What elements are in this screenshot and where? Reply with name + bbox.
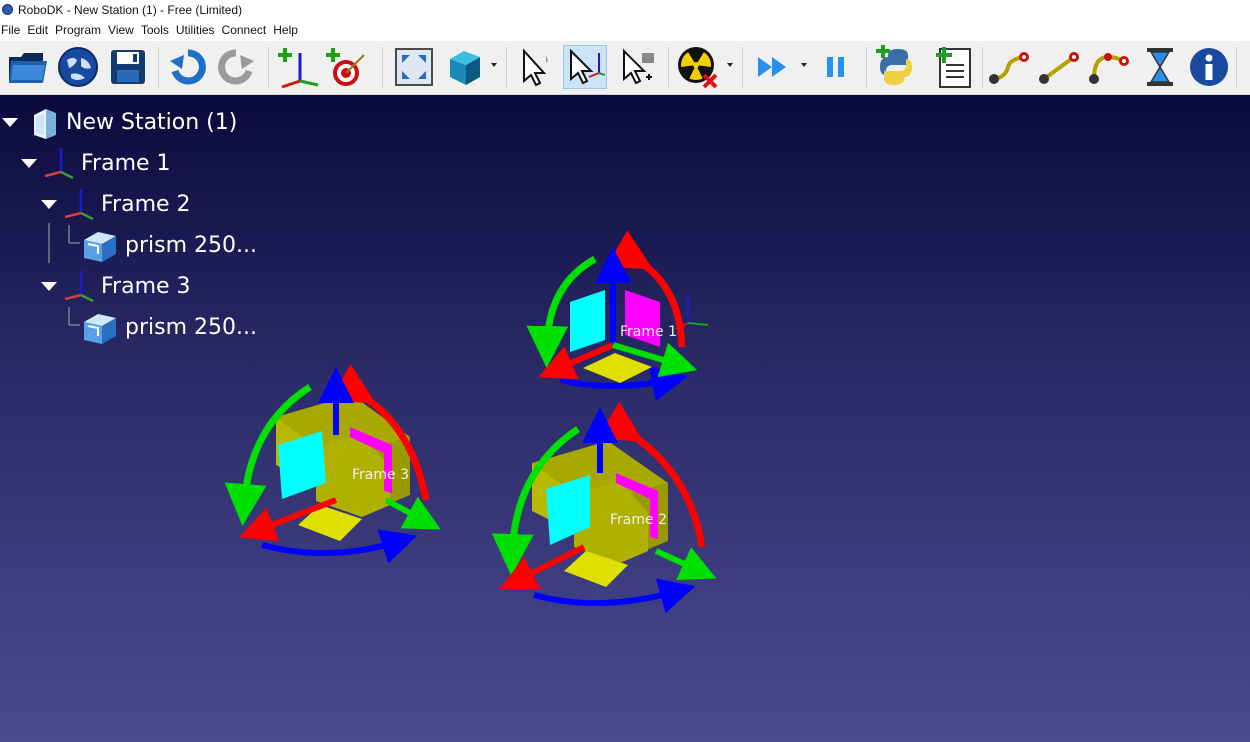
collapse-arrow-icon[interactable] bbox=[21, 158, 37, 168]
reference-frame-icon bbox=[64, 271, 94, 303]
add-reference-frame-button[interactable] bbox=[276, 45, 320, 89]
fast-simulation-icon bbox=[758, 57, 786, 77]
open-button[interactable] bbox=[6, 45, 50, 89]
tree-item-frame1[interactable]: Frame 1 bbox=[21, 146, 171, 180]
view-cube-icon bbox=[450, 51, 480, 85]
info-button[interactable] bbox=[1187, 45, 1231, 89]
pause-instruction-icon bbox=[1147, 48, 1173, 86]
3d-viewport[interactable]: Frame 1 Frame 3 Frame 2 New Station (1) … bbox=[0, 95, 1250, 742]
online-library-button[interactable] bbox=[56, 45, 100, 89]
save-button[interactable] bbox=[106, 45, 150, 89]
frame2-gizmo[interactable]: Frame 2 bbox=[491, 402, 717, 614]
circular-move-icon bbox=[1089, 53, 1129, 84]
undo-icon bbox=[170, 49, 206, 85]
toolbar-separator bbox=[982, 47, 983, 87]
linear-move-button[interactable] bbox=[1036, 45, 1080, 89]
tree-label-prism-a: prism 250... bbox=[125, 232, 257, 258]
fit-all-icon bbox=[395, 48, 433, 86]
object-icon bbox=[84, 314, 116, 344]
title-bar: RoboDK - New Station (1) - Free (Limited… bbox=[0, 0, 1250, 19]
tree-label-station: New Station (1) bbox=[66, 109, 238, 135]
add-reference-frame-icon bbox=[278, 48, 319, 89]
select-icon bbox=[523, 48, 548, 87]
toolbar-separator bbox=[742, 47, 743, 87]
robodk-logo-icon bbox=[2, 4, 13, 15]
pause-instruction-button[interactable] bbox=[1138, 45, 1182, 89]
menu-edit[interactable]: Edit bbox=[27, 23, 55, 37]
tree-item-prism-a[interactable]: prism 250... bbox=[82, 228, 257, 262]
station-tree: New Station (1) Frame 1 Frame 2 prism 25… bbox=[0, 95, 300, 355]
move-reference-frame-icon bbox=[570, 48, 605, 85]
redo-icon bbox=[218, 49, 254, 85]
add-program-button[interactable] bbox=[932, 45, 976, 89]
frame2-label: Frame 2 bbox=[610, 512, 667, 528]
toolbar-separator bbox=[382, 47, 383, 87]
frame1-gizmo[interactable]: Frame 1 bbox=[526, 230, 709, 402]
menu-file[interactable]: File bbox=[1, 23, 27, 37]
save-icon bbox=[111, 50, 145, 84]
undo-button[interactable] bbox=[166, 45, 210, 89]
toolbar-separator bbox=[506, 47, 507, 87]
circular-move-button[interactable] bbox=[1086, 45, 1130, 89]
tree-item-station[interactable]: New Station (1) bbox=[2, 105, 237, 139]
joint-move-button[interactable] bbox=[986, 45, 1030, 89]
pause-button[interactable] bbox=[814, 45, 858, 89]
menu-connect[interactable]: Connect bbox=[222, 23, 274, 37]
collision-dropdown-arrow[interactable] bbox=[727, 63, 733, 67]
menu-utilities[interactable]: Utilities bbox=[176, 23, 222, 37]
toolbar-separator bbox=[1236, 47, 1237, 87]
window-title: RoboDK - New Station (1) - Free (Limited… bbox=[18, 2, 243, 17]
simulation-dropdown-arrow[interactable] bbox=[801, 63, 807, 67]
add-target-button[interactable] bbox=[324, 45, 368, 89]
reference-frame-icon bbox=[64, 189, 94, 221]
toolbar-separator bbox=[668, 47, 669, 87]
tree-item-frame3[interactable]: Frame 3 bbox=[41, 269, 191, 303]
online-library-icon bbox=[58, 47, 98, 87]
fit-all-button[interactable] bbox=[392, 45, 436, 89]
toolbar-separator bbox=[158, 47, 159, 87]
info-icon bbox=[1190, 48, 1228, 86]
collapse-arrow-icon[interactable] bbox=[2, 117, 18, 127]
tree-label-frame1: Frame 1 bbox=[81, 150, 171, 176]
add-program-icon bbox=[936, 47, 971, 88]
station-icon bbox=[34, 109, 56, 139]
open-icon bbox=[9, 53, 47, 83]
move-tool-icon bbox=[623, 48, 654, 85]
toolbar-separator bbox=[268, 47, 269, 87]
redo-button[interactable] bbox=[214, 45, 258, 89]
add-target-icon bbox=[326, 48, 365, 86]
pause-icon bbox=[827, 57, 844, 77]
menu-help[interactable]: Help bbox=[273, 23, 305, 37]
tree-label-frame3: Frame 3 bbox=[101, 273, 191, 299]
menu-tools[interactable]: Tools bbox=[141, 23, 176, 37]
select-button[interactable] bbox=[512, 45, 556, 89]
frame3-gizmo[interactable]: Frame 3 bbox=[224, 364, 441, 564]
fast-simulation-button[interactable] bbox=[752, 45, 796, 89]
menu-bar: File Edit Program View Tools Utilities C… bbox=[0, 19, 1250, 41]
linear-move-icon bbox=[1039, 52, 1079, 84]
python-program-icon bbox=[876, 45, 912, 85]
reference-frame-icon bbox=[44, 148, 74, 180]
view-dropdown-arrow[interactable] bbox=[491, 63, 497, 67]
move-tool-button[interactable] bbox=[616, 45, 660, 89]
tree-item-frame2[interactable]: Frame 2 bbox=[41, 187, 191, 221]
tree-label-prism-b: prism 250... bbox=[125, 314, 257, 340]
tree-label-frame2: Frame 2 bbox=[101, 191, 191, 217]
collapse-arrow-icon[interactable] bbox=[41, 281, 57, 291]
tree-item-prism-b[interactable]: prism 250... bbox=[82, 310, 257, 344]
joint-move-icon bbox=[989, 52, 1029, 84]
python-program-button[interactable] bbox=[874, 45, 918, 89]
collapse-arrow-icon[interactable] bbox=[41, 199, 57, 209]
menu-view[interactable]: View bbox=[108, 23, 141, 37]
move-reference-frame-button[interactable] bbox=[563, 45, 607, 89]
collision-check-icon bbox=[678, 47, 718, 89]
view-cube-button[interactable] bbox=[442, 45, 486, 89]
frame1-label: Frame 1 bbox=[620, 324, 677, 340]
toolbar-separator bbox=[866, 47, 867, 87]
collision-check-button[interactable] bbox=[676, 45, 720, 89]
object-icon bbox=[84, 232, 116, 262]
menu-program[interactable]: Program bbox=[55, 23, 108, 37]
main-toolbar bbox=[0, 41, 1250, 95]
frame3-label: Frame 3 bbox=[352, 467, 409, 483]
